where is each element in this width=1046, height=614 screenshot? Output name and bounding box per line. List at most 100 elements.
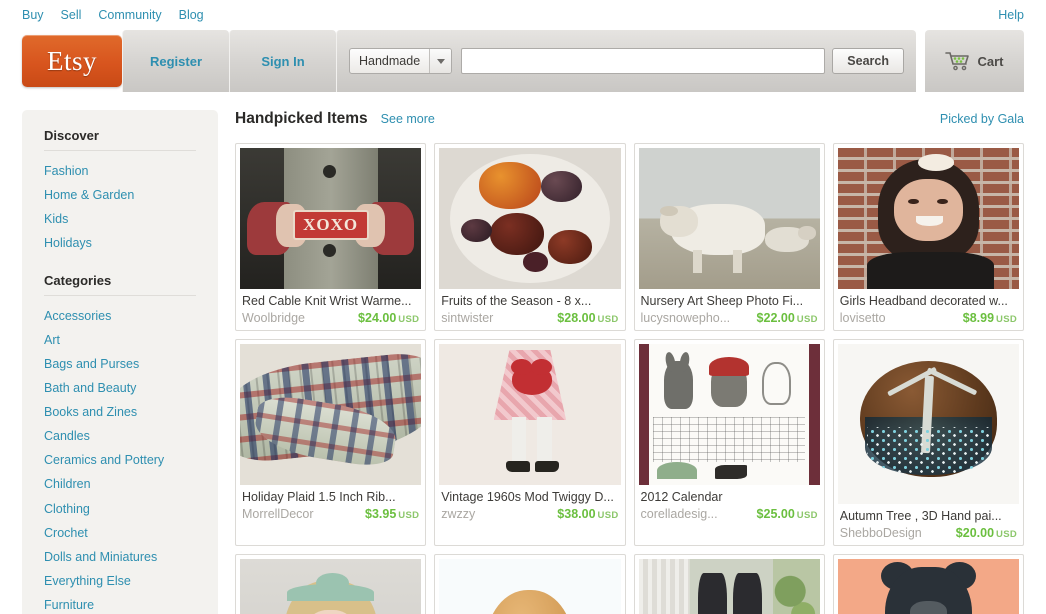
sidebar-item-kids[interactable]: Kids (22, 207, 218, 231)
listing-card[interactable]: Fruits of the Season - 8 x... sintwister… (434, 143, 626, 331)
sidebar-item-art[interactable]: Art (22, 328, 218, 352)
listing-thumbnail (837, 148, 1019, 289)
search-button[interactable]: Search (832, 48, 904, 74)
listing-title: Vintage 1960s Mod Twiggy D... (441, 489, 614, 504)
sidebar-item-dolls-and-miniatures[interactable]: Dolls and Miniatures (22, 545, 218, 569)
tights-window-photo (638, 558, 820, 614)
listing-card[interactable]: Vintage 1960s Mod Twiggy D... zwzzy $38.… (434, 338, 626, 546)
sidebar-item-clothing[interactable]: Clothing (22, 497, 218, 521)
sidebar-item-home-garden[interactable]: Home & Garden (22, 183, 218, 207)
sidebar-item-children[interactable]: Children (22, 472, 218, 496)
fruits-photo (439, 148, 621, 289)
listing-meta: Girls Headband decorated w... lovisetto … (838, 289, 1019, 330)
section-header: Handpicked Items See more Picked by Gala (235, 110, 1024, 132)
sidebar-heading-discover: Discover (44, 128, 99, 143)
listing-thumbnail (439, 148, 621, 289)
listing-card[interactable] (434, 553, 626, 614)
listing-thumbnail (240, 558, 422, 614)
listing-thumbnail (439, 343, 621, 485)
help-link[interactable]: Help (998, 9, 1024, 22)
listing-meta: Autumn Tree , 3D Hand pai... ShebboDesig… (838, 504, 1019, 545)
listing-card[interactable] (832, 553, 1024, 614)
sidebar-item-holidays[interactable]: Holidays (22, 231, 218, 255)
listing-price: $8.99 (962, 310, 995, 325)
sign-in-label: Sign In (261, 53, 305, 69)
sidebar-item-fashion[interactable]: Fashion (22, 159, 218, 183)
sidebar-divider-categories (44, 294, 196, 296)
painted-stone-photo (837, 343, 1019, 504)
item-grid-row-1: XOXO Red Cable Knit Wrist Warme... Woolb… (235, 143, 1024, 331)
listing-currency: USD (796, 313, 818, 325)
sidebar-heading-categories: Categories (44, 272, 112, 288)
listing-thumbnail (240, 343, 422, 485)
listing-title: 2012 Calendar (640, 489, 723, 504)
sign-in-button[interactable]: Sign In (229, 30, 336, 92)
sidebar-item-crochet[interactable]: Crochet (22, 521, 218, 545)
listing-shop: lovisetto (839, 310, 886, 325)
top-nav-link-community[interactable]: Community (98, 9, 161, 22)
sidebar-item-accessories[interactable]: Accessories (22, 304, 218, 328)
listing-price: $24.00 (358, 310, 397, 325)
listing-currency: USD (796, 509, 818, 521)
sidebar-item-bath-and-beauty[interactable]: Bath and Beauty (22, 376, 218, 400)
etsy-logo-text: Etsy (46, 45, 97, 76)
sidebar-item-ceramics-and-pottery[interactable]: Ceramics and Pottery (22, 448, 218, 472)
listing-currency: USD (398, 509, 420, 521)
sidebar-item-everything-else[interactable]: Everything Else (22, 569, 218, 593)
listing-card[interactable]: Holiday Plaid 1.5 Inch Rib... MorrellDec… (235, 338, 427, 546)
listing-card[interactable] (235, 553, 427, 614)
listing-meta: Nursery Art Sheep Photo Fi... lucysnowep… (639, 289, 820, 330)
listing-meta: Fruits of the Season - 8 x... sintwister… (439, 289, 620, 330)
cart-button[interactable]: Cart (925, 30, 1024, 92)
search-category-select[interactable]: Handmade (349, 48, 453, 74)
site-header: Etsy Register Sign In Handmade Search Ca… (0, 30, 1046, 92)
listing-card[interactable]: 2012 Calendar corelladesig... $25.00 USD (633, 338, 825, 546)
register-button[interactable]: Register (122, 30, 229, 92)
listing-thumbnail: XOXO (240, 148, 422, 289)
listing-shop-price-row: lovisetto $8.99 USD (840, 311, 1017, 325)
listing-shop: lucysnowepho... (640, 310, 731, 325)
listing-currency: USD (597, 509, 619, 521)
listing-shop-price-row: ShebboDesign $20.00 USD (840, 526, 1017, 540)
top-nav-links: Buy Sell Community Blog (22, 9, 204, 22)
top-nav-link-sell[interactable]: Sell (61, 9, 82, 22)
listing-shop-price-row: zwzzy $38.00 USD (441, 507, 618, 521)
headband-girl-photo (240, 558, 422, 614)
listing-title: Nursery Art Sheep Photo Fi... (640, 294, 804, 308)
sidebar-item-furniture[interactable]: Furniture (22, 593, 218, 614)
register-label: Register (149, 53, 203, 69)
sidebar-item-bags-and-purses[interactable]: Bags and Purses (22, 352, 218, 376)
listing-currency: USD (597, 313, 619, 325)
see-more-link[interactable]: See more (381, 112, 435, 126)
listing-thumbnail (638, 343, 820, 485)
listing-shop-price-row: corelladesig... $25.00 USD (641, 507, 818, 521)
top-utility-nav: Buy Sell Community Blog Help (0, 0, 1046, 30)
sidebar-item-candles[interactable]: Candles (22, 424, 218, 448)
listing-card[interactable]: Nursery Art Sheep Photo Fi... lucysnowep… (633, 143, 825, 331)
sidebar-item-books-and-zines[interactable]: Books and Zines (22, 400, 218, 424)
listing-card[interactable]: Autumn Tree , 3D Hand pai... ShebboDesig… (832, 338, 1024, 546)
top-nav-link-blog[interactable]: Blog (179, 9, 204, 22)
listing-shop: corelladesig... (640, 506, 718, 521)
page-title: Handpicked Items (235, 110, 368, 127)
listing-card[interactable]: Girls Headband decorated w... lovisetto … (832, 143, 1024, 331)
search-input[interactable] (461, 48, 826, 74)
top-nav-link-buy[interactable]: Buy (22, 9, 44, 22)
listing-card[interactable]: XOXO Red Cable Knit Wrist Warme... Woolb… (235, 143, 427, 331)
sheep-photo (638, 148, 820, 289)
etsy-logo[interactable]: Etsy (22, 35, 122, 87)
item-grid-row-2: Holiday Plaid 1.5 Inch Rib... MorrellDec… (235, 338, 1024, 546)
listing-meta: Red Cable Knit Wrist Warme... Woolbridge… (240, 289, 421, 330)
listing-shop-price-row: lucysnowepho... $22.00 USD (641, 311, 818, 325)
page-body: Discover Fashion Home & Garden Kids Holi… (0, 92, 1046, 614)
listing-title: Girls Headband decorated w... (839, 294, 1008, 308)
listing-card[interactable] (633, 553, 825, 614)
listing-thumbnail (638, 558, 820, 614)
listing-shop: MorrellDecor (242, 506, 314, 521)
listing-shop-price-row: Woolbridge $24.00 USD (242, 311, 419, 325)
plaid-ribbon-photo (240, 343, 422, 485)
picked-by-link[interactable]: Picked by Gala (940, 112, 1024, 126)
listing-price: $28.00 (557, 310, 596, 325)
listing-price: $20.00 (955, 525, 995, 540)
